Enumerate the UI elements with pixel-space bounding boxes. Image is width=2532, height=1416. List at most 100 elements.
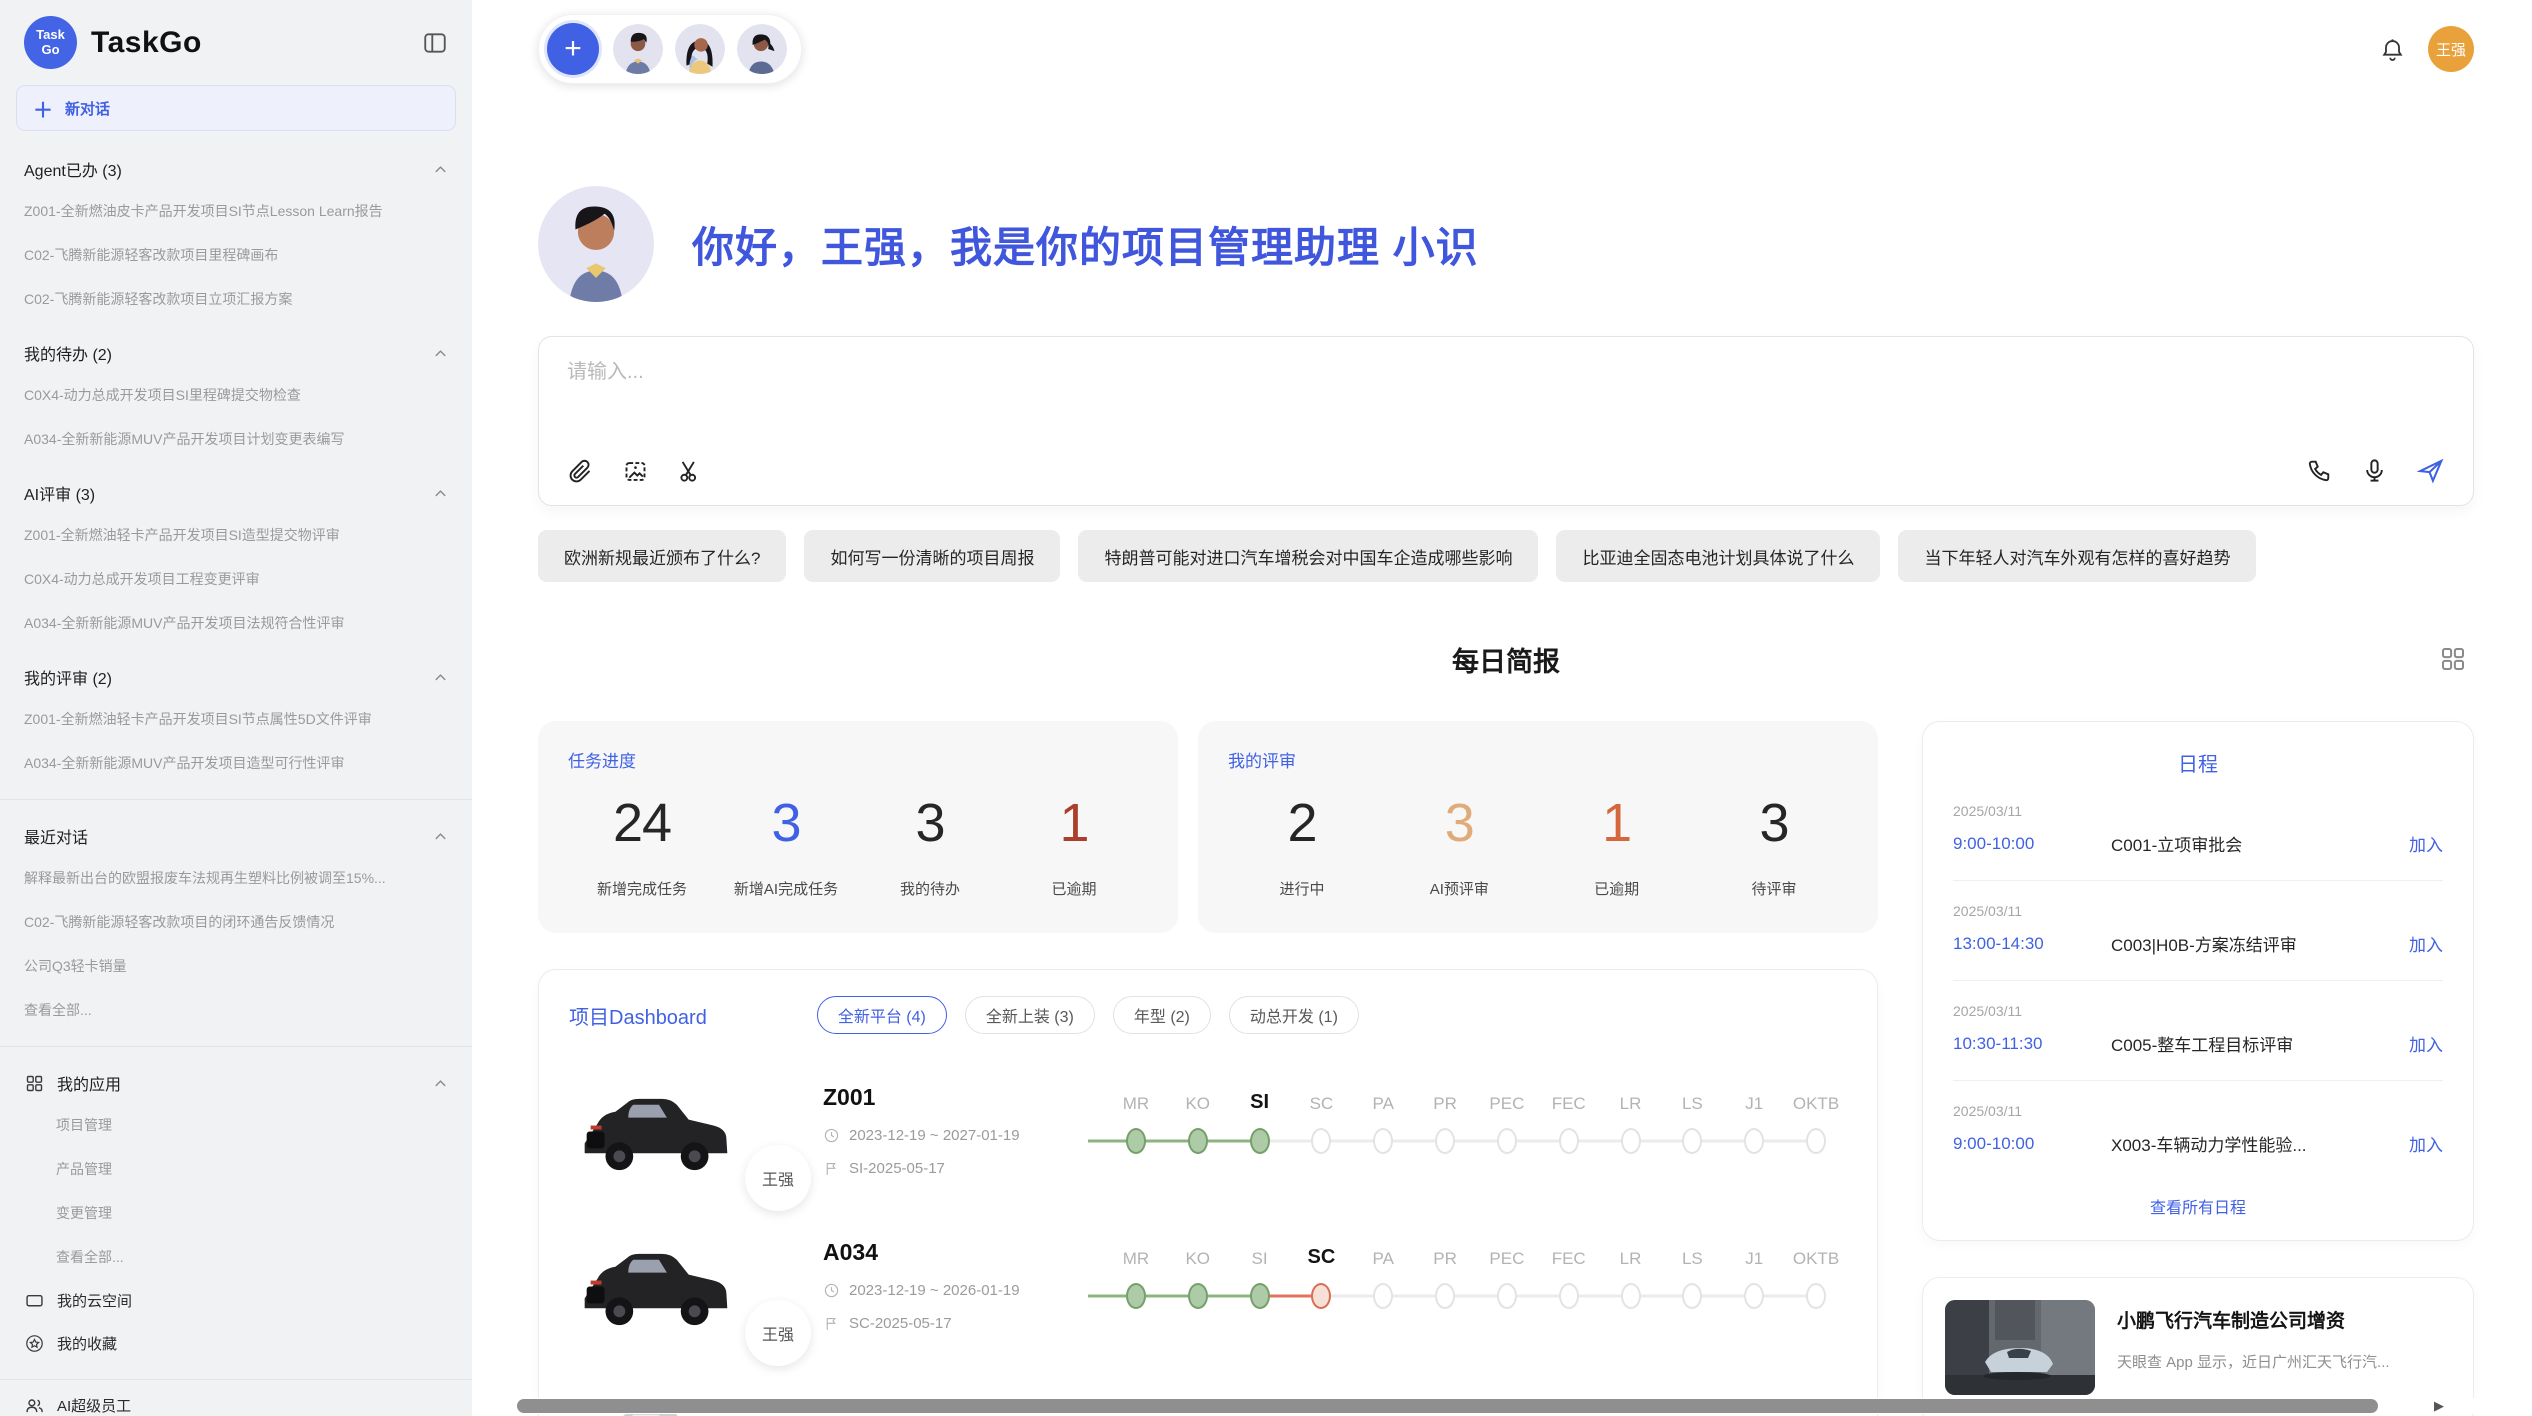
section-header[interactable]: 最近对话 <box>14 804 458 856</box>
composer <box>538 336 2474 506</box>
milestone-SC[interactable]: SC <box>1290 1237 1352 1313</box>
add-member-button[interactable]: + <box>547 23 599 75</box>
user-avatar[interactable]: 王强 <box>2428 26 2474 72</box>
milestone-PR[interactable]: PR <box>1414 1082 1476 1158</box>
sidebar-item[interactable]: 解释最新出台的欧盟报废车法规再生塑料比例被调至15%... <box>14 856 458 900</box>
app-title: TaskGo <box>91 26 202 60</box>
join-link[interactable]: 加入 <box>2409 931 2443 956</box>
main-area: + 王强 你好，王强，我是你的项目管理助理 小识 <box>472 0 2532 1416</box>
layout-grid-icon[interactable] <box>2438 644 2468 674</box>
milestone-SI[interactable]: SI <box>1229 1237 1291 1313</box>
image-icon[interactable] <box>622 458 649 485</box>
scrollbar-thumb[interactable] <box>517 1399 2378 1413</box>
sidebar-item-cloud[interactable]: 我的云空间 <box>14 1279 458 1322</box>
date-range: 2023-12-19 ~ 2026-01-19 <box>849 1282 1020 1299</box>
dashboard-title: 项目Dashboard <box>569 1001 707 1030</box>
filter-pill[interactable]: 全新上装 (3) <box>965 996 1095 1034</box>
sidebar-row-label: 我的云空间 <box>57 1290 132 1311</box>
scroll-right-arrow-icon[interactable]: ▶ <box>2434 1398 2444 1414</box>
owner-avatar[interactable]: 王强 <box>745 1145 811 1211</box>
chevron-up-icon <box>433 670 448 685</box>
member-avatar[interactable] <box>737 24 787 74</box>
sidebar-tool-people[interactable]: AI超级员工 <box>14 1384 458 1416</box>
milestone-PEC[interactable]: PEC <box>1476 1082 1538 1158</box>
new-chat-button[interactable]: ＋ 新对话 <box>16 85 456 131</box>
sidebar-item[interactable]: 查看全部... <box>14 988 458 1032</box>
bell-icon[interactable] <box>2379 36 2406 63</box>
suggestion-chip[interactable]: 如何写一份清晰的项目周报 <box>804 530 1060 582</box>
project-code[interactable]: Z001 <box>823 1084 1105 1111</box>
sidebar-item[interactable]: Z001-全新燃油皮卡产品开发项目SI节点Lesson Learn报告 <box>14 189 458 233</box>
panel-collapse-icon[interactable] <box>422 30 448 56</box>
sidebar-item[interactable]: C0X4-动力总成开发项目工程变更评审 <box>14 557 458 601</box>
sidebar-item[interactable]: C0X4-动力总成开发项目SI里程碑提交物检查 <box>14 373 458 417</box>
chat-input[interactable] <box>567 361 2445 384</box>
join-link[interactable]: 加入 <box>2409 1031 2443 1056</box>
milestone-LR[interactable]: LR <box>1600 1237 1662 1313</box>
sidebar-item[interactable]: C02-飞腾新能源轻客改款项目的闭环通告反馈情况 <box>14 900 458 944</box>
stat-label: 我的待办 <box>900 878 960 899</box>
sidebar-item[interactable]: A034-全新新能源MUV产品开发项目造型可行性评审 <box>14 741 458 785</box>
sidebar-row-label: 我的收藏 <box>57 1333 117 1354</box>
news-card[interactable]: 小鹏飞行汽车制造公司增资 天眼查 App 显示，近日广州汇天飞行汽... <box>1922 1277 2474 1416</box>
milestone-FEC[interactable]: FEC <box>1538 1237 1600 1313</box>
sidebar-item[interactable]: Z001-全新燃油轻卡产品开发项目SI造型提交物评审 <box>14 513 458 557</box>
sidebar-app-item[interactable]: 查看全部... <box>14 1235 458 1279</box>
suggestion-chip[interactable]: 当下年轻人对汽车外观有怎样的喜好趋势 <box>1898 530 2256 582</box>
stat-label: 进行中 <box>1279 878 1324 899</box>
member-avatar[interactable] <box>675 24 725 74</box>
sidebar-app-item[interactable]: 产品管理 <box>14 1147 458 1191</box>
milestone-MR[interactable]: MR <box>1105 1082 1167 1158</box>
section-header[interactable]: 我的待办 (2) <box>14 321 458 373</box>
milestone-PA[interactable]: PA <box>1352 1082 1414 1158</box>
sidebar-item[interactable]: A034-全新新能源MUV产品开发项目计划变更表编写 <box>14 417 458 461</box>
section-header[interactable]: AI评审 (3) <box>14 461 458 513</box>
sidebar-app-item[interactable]: 变更管理 <box>14 1191 458 1235</box>
milestone-J1[interactable]: J1 <box>1723 1082 1785 1158</box>
milestone-SC[interactable]: SC <box>1290 1082 1352 1158</box>
milestone-OKTB[interactable]: OKTB <box>1785 1237 1847 1313</box>
milestone-SI[interactable]: SI <box>1229 1082 1291 1158</box>
milestone-MR[interactable]: MR <box>1105 1237 1167 1313</box>
milestone-PEC[interactable]: PEC <box>1476 1237 1538 1313</box>
suggestion-chip[interactable]: 比亚迪全固态电池计划具体说了什么 <box>1556 530 1880 582</box>
filter-pill[interactable]: 全新平台 (4) <box>817 996 947 1034</box>
mic-icon[interactable] <box>2361 457 2388 484</box>
sidebar-item[interactable]: C02-飞腾新能源轻客改款项目立项汇报方案 <box>14 277 458 321</box>
sidebar-item[interactable]: Z001-全新燃油轻卡产品开发项目SI节点属性5D文件评审 <box>14 697 458 741</box>
owner-avatar[interactable]: 王强 <box>745 1300 811 1366</box>
join-link[interactable]: 加入 <box>2409 1131 2443 1156</box>
attachment-icon[interactable] <box>567 458 594 485</box>
suggestion-chip[interactable]: 特朗普可能对进口汽车增税会对中国车企造成哪些影响 <box>1078 530 1538 582</box>
section-header[interactable]: Agent已办 (3) <box>14 137 458 189</box>
milestone-FEC[interactable]: FEC <box>1538 1082 1600 1158</box>
schedule-card: 日程 2025/03/119:00-10:00C001-立项审批会加入2025/… <box>1922 721 2474 1241</box>
section-header[interactable]: 我的评审 (2) <box>14 645 458 697</box>
sidebar-item[interactable]: A034-全新新能源MUV产品开发项目法规符合性评审 <box>14 601 458 645</box>
join-link[interactable]: 加入 <box>2409 831 2443 856</box>
filter-pill[interactable]: 年型 (2) <box>1113 996 1211 1034</box>
member-avatar[interactable] <box>613 24 663 74</box>
milestone-J1[interactable]: J1 <box>1723 1237 1785 1313</box>
phone-icon[interactable] <box>2306 457 2333 484</box>
milestone-KO[interactable]: KO <box>1167 1082 1229 1158</box>
section-header[interactable]: 我的应用 <box>14 1051 458 1103</box>
scissors-icon[interactable] <box>677 458 704 485</box>
milestone-PA[interactable]: PA <box>1352 1237 1414 1313</box>
filter-pill[interactable]: 动总开发 (1) <box>1229 996 1359 1034</box>
project-code[interactable]: A034 <box>823 1239 1105 1266</box>
milestone-LR[interactable]: LR <box>1600 1082 1662 1158</box>
milestone-LS[interactable]: LS <box>1661 1237 1723 1313</box>
sidebar-item[interactable]: 公司Q3轻卡销量 <box>14 944 458 988</box>
milestone-OKTB[interactable]: OKTB <box>1785 1082 1847 1158</box>
milestone-KO[interactable]: KO <box>1167 1237 1229 1313</box>
sidebar-item-star[interactable]: 我的收藏 <box>14 1322 458 1365</box>
sidebar-item[interactable]: C02-飞腾新能源轻客改款项目里程碑画布 <box>14 233 458 277</box>
suggestion-chip[interactable]: 欧洲新规最近颁布了什么? <box>538 530 786 582</box>
sidebar-app-item[interactable]: 项目管理 <box>14 1103 458 1147</box>
milestone-PR[interactable]: PR <box>1414 1237 1476 1313</box>
view-all-schedule-link[interactable]: 查看所有日程 <box>1953 1180 2443 1218</box>
milestone-LS[interactable]: LS <box>1661 1082 1723 1158</box>
send-icon[interactable] <box>2416 456 2445 485</box>
project-dashboard: 项目Dashboard 全新平台 (4) 全新上装 (3) 年型 (2) 动总开发 (… <box>538 969 1878 1416</box>
